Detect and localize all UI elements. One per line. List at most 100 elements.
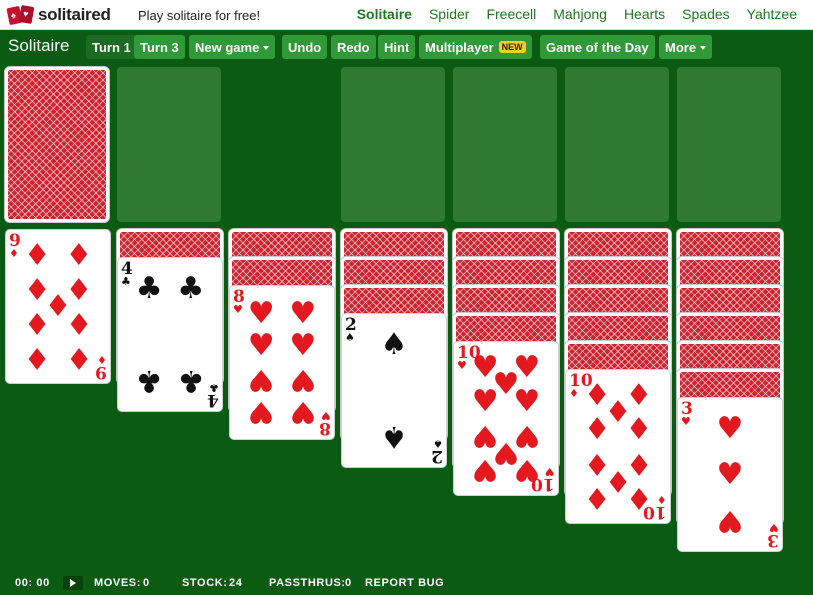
suit-pip-icon: ♥ <box>247 327 275 363</box>
suit-pip-icon: ♣ <box>177 270 205 306</box>
card-index: 4 ♣ <box>121 261 133 288</box>
suit-pip-icon: ♦ <box>65 238 93 273</box>
more-menu-button[interactable]: More <box>659 35 713 59</box>
hint-label: Hint <box>384 39 410 55</box>
playing-card[interactable]: 10 ♦ 10 ♦ ♦ ♦ ♦ ♦ ♦ ♦ ♦ ♦ ♦ ♦ <box>565 369 671 524</box>
suit-pip-icon: ♥ <box>247 295 275 331</box>
card-index: 4 ♣ <box>207 381 219 410</box>
nav-link-spades[interactable]: Spades <box>682 6 729 22</box>
suit-pip-icon: ♦ <box>23 304 51 340</box>
playing-card[interactable]: 10 ♥ 10 ♥ ♥ ♥ ♥ ♥ ♥ ♥ ♥ ♥ ♥ ♥ <box>453 341 559 496</box>
suit-pip-icon: ♠ <box>380 326 408 362</box>
suit-pip-icon: ♥ <box>289 295 317 331</box>
turn-3-label: Turn 3 <box>140 39 179 55</box>
playing-card[interactable]: 3 ♥ 3 ♥ ♥ ♥ ♥ <box>677 397 783 552</box>
playing-card[interactable]: 2 ♠ 2 ♠ ♠ ♠ <box>341 313 447 468</box>
suit-pip-icon: ♥ <box>471 451 499 487</box>
card-index: 9 ♦ <box>95 353 107 382</box>
suit-pip-icon: ♦ <box>625 411 653 447</box>
nav-link-yahtzee[interactable]: Yahtzee <box>747 6 797 22</box>
foundation-slot-4[interactable] <box>677 67 781 222</box>
nav-link-hearts[interactable]: Hearts <box>624 6 665 22</box>
stock-count: 24 <box>229 577 243 589</box>
foundation-slot-1[interactable] <box>341 67 445 222</box>
waste-slot[interactable] <box>117 67 221 222</box>
suit-pip-icon: ♥ <box>289 327 317 363</box>
nav-link-solitaire[interactable]: Solitaire <box>357 6 412 22</box>
card-suit-icon: ♥ <box>321 409 331 422</box>
suit-pip-icon: ♦ <box>625 479 653 515</box>
moves-label: MOVES: <box>94 577 141 589</box>
suit-pip-icon: ♦ <box>65 304 93 340</box>
suit-pip-icon: ♦ <box>583 411 611 447</box>
turn-1-button[interactable]: Turn 1 <box>86 35 137 59</box>
suit-pip-icon: ♥ <box>247 362 275 398</box>
suit-pip-icon: ♥ <box>513 451 541 487</box>
card-index: 2 ♠ <box>431 437 443 466</box>
nav-link-mahjong[interactable]: Mahjong <box>553 6 607 22</box>
card-suit-icon: ♦ <box>97 353 107 366</box>
suit-pip-icon: ♠ <box>380 419 408 455</box>
card-index: 2 ♠ <box>345 317 357 344</box>
status-bar: 00: 00 MOVES: 0 STOCK: 24 PASSTHRUS: 0 R… <box>0 572 813 594</box>
nav-link-freecell[interactable]: Freecell <box>486 6 536 22</box>
undo-label: Undo <box>288 39 322 55</box>
undo-button[interactable]: Undo <box>282 35 328 59</box>
suit-pip-icon: ♥ <box>716 410 744 446</box>
cards-logo-icon: ♠ ♥ <box>6 5 36 26</box>
nav-link-spider[interactable]: Spider <box>429 6 469 22</box>
suit-pip-icon: ♥ <box>716 456 744 492</box>
game-of-the-day-button[interactable]: Game of the Day <box>540 35 655 59</box>
tagline: Play solitaire for free! <box>138 8 261 23</box>
new-badge: NEW <box>498 41 526 53</box>
suit-pip-icon: ♥ <box>716 503 744 539</box>
logo-text: solitaired <box>38 5 111 24</box>
game-of-the-day-label: Game of the Day <box>546 39 649 55</box>
suit-pip-icon: ♣ <box>135 270 163 306</box>
stock-pile[interactable] <box>5 67 109 222</box>
foundation-slot-3[interactable] <box>565 67 669 222</box>
suit-pip-icon: ♥ <box>247 394 275 430</box>
suit-pip-icon: ♦ <box>23 238 51 273</box>
site-header: ♠ ♥ solitaired Play solitaire for free! … <box>0 0 813 30</box>
chevron-down-icon <box>700 45 707 50</box>
suit-pip-icon: ♥ <box>289 362 317 398</box>
site-logo[interactable]: ♠ ♥ solitaired <box>6 5 111 26</box>
suit-pip-icon: ♦ <box>23 339 51 375</box>
card-index: 3 ♥ <box>767 521 779 550</box>
card-index: 8 ♥ <box>233 289 245 316</box>
chevron-down-icon <box>263 45 270 50</box>
stock-label: STOCK: <box>182 577 228 589</box>
passthrus-label: PASSTHRUS: <box>269 577 346 589</box>
foundation-slot-2[interactable] <box>453 67 557 222</box>
game-nav: Solitaire Spider Freecell Mahjong Hearts Spad… <box>357 6 797 22</box>
playing-card[interactable]: 8 ♥ 8 ♥ ♥ ♥ ♥ ♥ ♥ ♥ ♥ ♥ <box>229 285 335 440</box>
redo-button[interactable]: Redo <box>331 35 376 59</box>
turn-1-label: Turn 1 <box>92 39 131 55</box>
suit-pip-icon: ♣ <box>177 363 205 399</box>
moves-count: 0 <box>143 577 150 589</box>
new-game-label: New game <box>195 39 260 55</box>
suit-pip-icon: ♥ <box>471 383 499 419</box>
toolbar: Solitaire Turn 1 Turn 3 New game Undo Re… <box>0 30 813 64</box>
card-index: 9 ♦ <box>9 233 21 260</box>
playing-card[interactable]: 9 ♦ 9 ♦ ♦ ♦ ♦ ♦ ♦ ♦ ♦ ♦ ♦ <box>5 229 111 384</box>
suit-pip-icon: ♣ <box>135 363 163 399</box>
play-icon <box>70 579 76 587</box>
playing-card[interactable]: 4 ♣ 4 ♣ ♣ ♣ ♣ ♣ <box>117 257 223 412</box>
card-index: 3 ♥ <box>681 401 693 428</box>
new-game-button[interactable]: New game <box>189 35 276 59</box>
hint-button[interactable]: Hint <box>378 35 416 59</box>
play-button[interactable] <box>63 576 83 590</box>
multiplayer-button[interactable]: Multiplayer NEW <box>419 35 532 59</box>
multiplayer-label: Multiplayer <box>425 39 494 55</box>
more-label: More <box>665 39 697 55</box>
card-index: 8 ♥ <box>319 409 331 438</box>
report-bug-link[interactable]: REPORT BUG <box>365 577 444 589</box>
card-suit-icon: ♥ <box>769 521 779 534</box>
card-suit-icon: ♣ <box>209 381 219 394</box>
passthrus-count: 0 <box>345 577 352 589</box>
suit-pip-icon: ♥ <box>289 394 317 430</box>
turn-3-button[interactable]: Turn 3 <box>134 35 185 59</box>
card-suit-icon: ♠ <box>433 437 443 450</box>
